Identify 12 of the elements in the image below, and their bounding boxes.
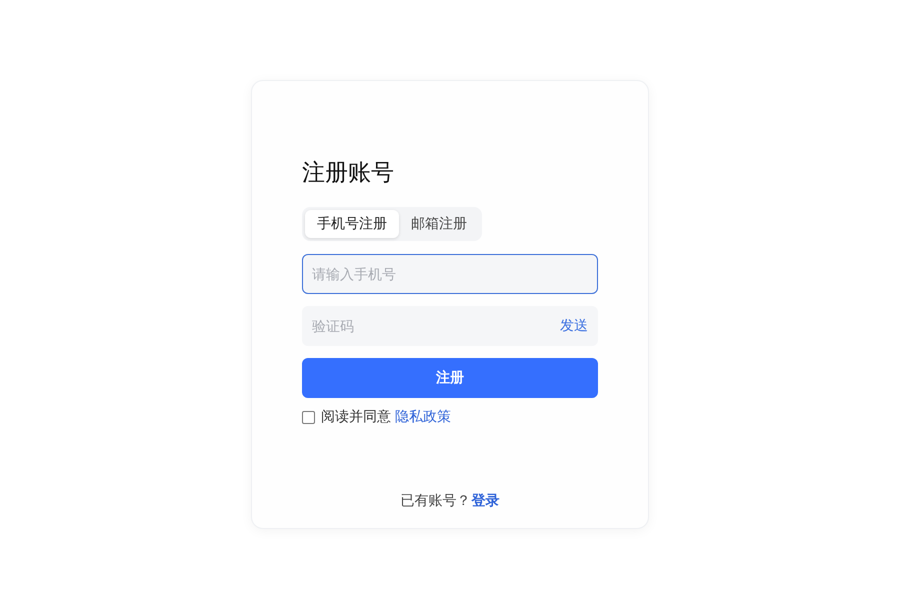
agreement-checkbox[interactable] bbox=[302, 410, 315, 424]
code-input-field[interactable]: 验证码 发送 bbox=[302, 306, 598, 346]
tab[interactable]: 手机号注册 bbox=[305, 210, 399, 238]
phone-input-field[interactable]: 请输入手机号 bbox=[302, 254, 598, 294]
send-code-link[interactable]: 发送 bbox=[560, 317, 588, 335]
tab[interactable]: 邮箱注册 bbox=[399, 210, 479, 238]
login-link[interactable]: 登录 bbox=[472, 492, 500, 510]
agreement-text: 阅读并同意 bbox=[321, 408, 391, 426]
form-title: 注册账号 bbox=[302, 158, 394, 187]
have-account-text: 已有账号？ bbox=[400, 492, 470, 510]
privacy-policy-link[interactable]: 隐私政策 bbox=[395, 408, 451, 426]
register-button[interactable]: 注册 bbox=[302, 358, 598, 398]
